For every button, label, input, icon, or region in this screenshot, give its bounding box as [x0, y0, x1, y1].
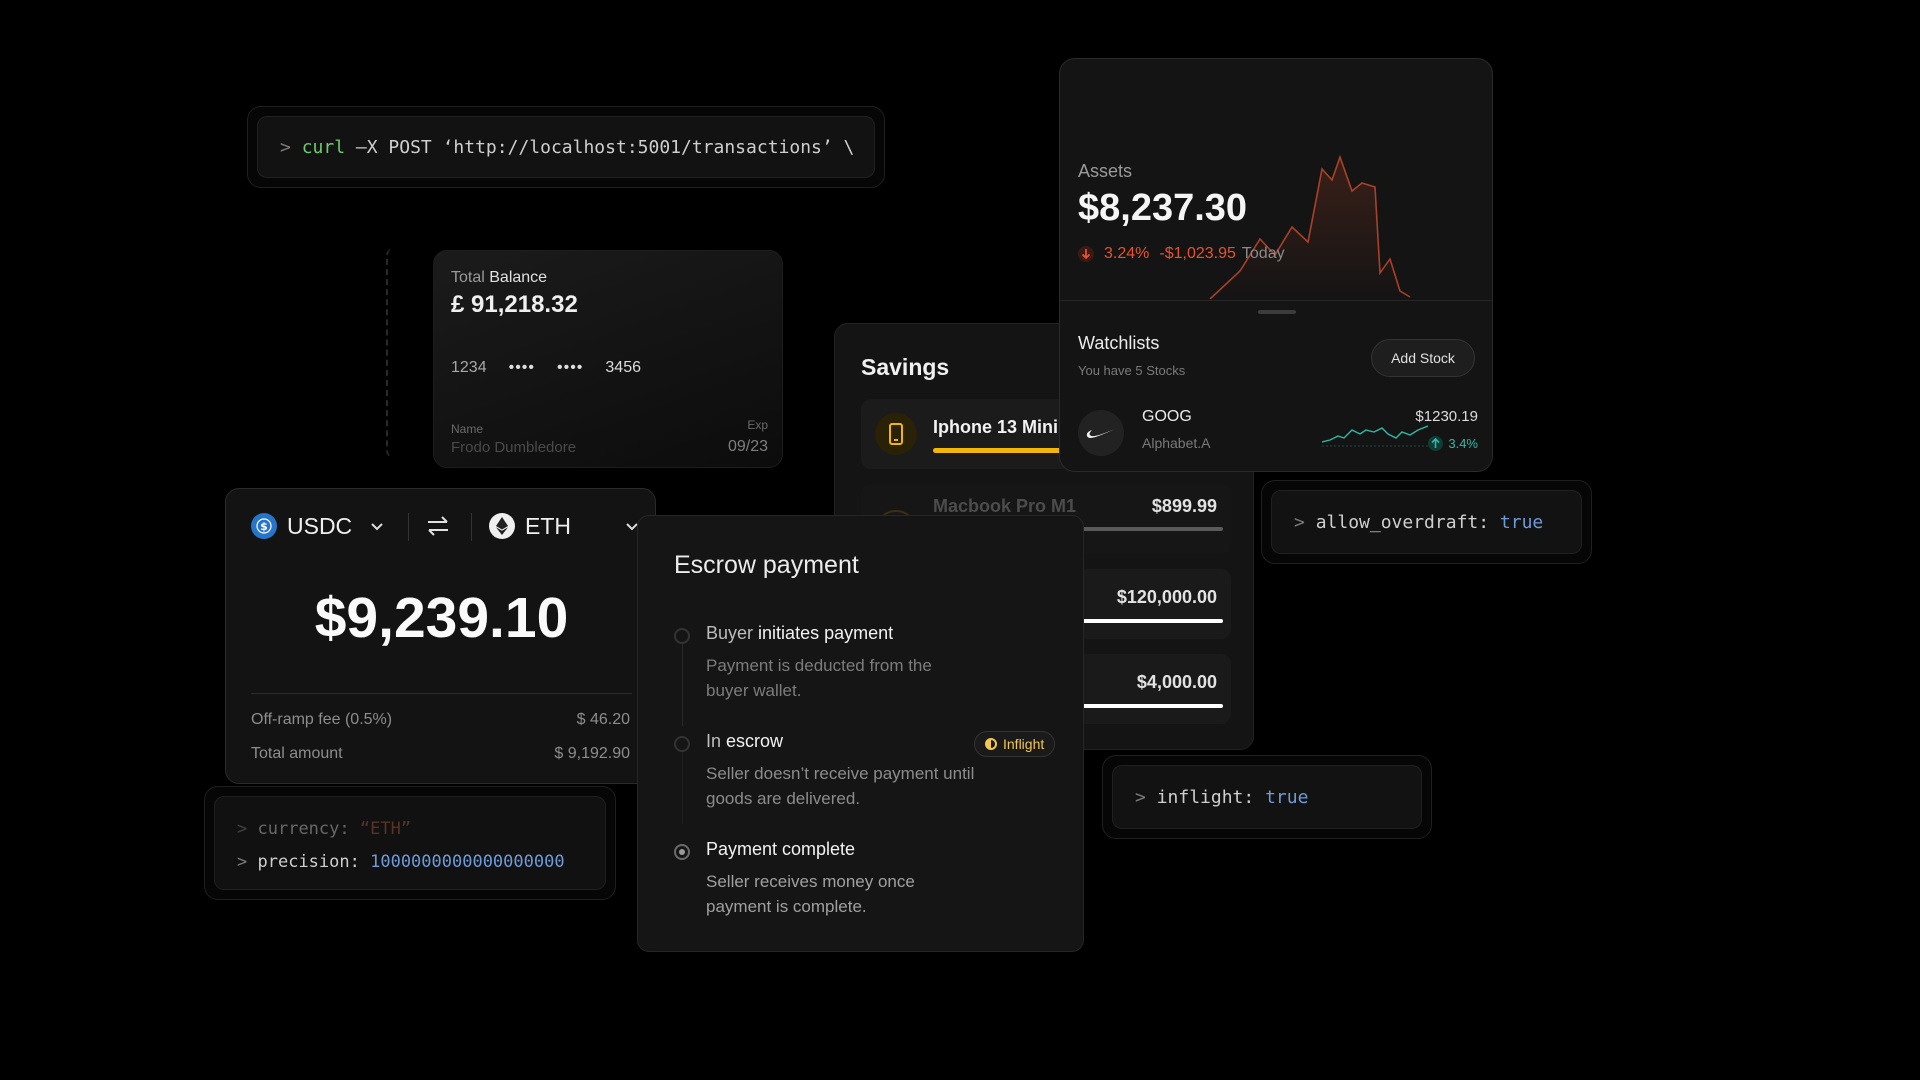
- timeline-line: [682, 744, 683, 824]
- assets-label: Assets: [1078, 161, 1133, 181]
- expiry-label: Exp: [747, 418, 768, 432]
- assets-card: Assets $8,237.30 3.24% -$1,023.95 Today …: [1059, 58, 1493, 472]
- swap-amount: $9,239.10: [314, 586, 569, 650]
- chevron-down-icon: [370, 522, 384, 531]
- timeline-line: [682, 636, 683, 726]
- swap-direction-icon[interactable]: [426, 515, 450, 537]
- savings-item-name: Iphone 13 Mini: [933, 417, 1059, 437]
- to-token-selector[interactable]: ETH: [489, 511, 639, 541]
- section-divider: [1060, 300, 1492, 301]
- nike-logo-icon: [1078, 410, 1124, 456]
- fee-value: $ 46.20: [576, 711, 630, 728]
- inflight-code-line[interactable]: > inflight: true: [1112, 765, 1422, 829]
- cardholder-name-label: Name: [451, 422, 484, 436]
- balance-label: Total Balance: [451, 269, 548, 286]
- cardholder-name: Frodo Dumbledore: [451, 439, 577, 456]
- assets-amount: $8,237.30: [1078, 187, 1248, 229]
- step-description: Payment is deducted from the buyer walle…: [706, 656, 932, 700]
- total-label: Total amount: [251, 745, 343, 762]
- divider-vertical: [471, 513, 472, 541]
- step-title: Payment complete: [706, 839, 856, 859]
- assets-change-percent: 3.24%: [1104, 245, 1150, 262]
- fee-label: Off-ramp fee (0.5%): [251, 711, 393, 728]
- assets-change-row: 3.24% -$1,023.95 Today: [1078, 245, 1285, 263]
- step-title: Buyer initiates payment: [706, 623, 894, 643]
- stock-sparkline: [1322, 425, 1428, 447]
- escrow-title: Escrow payment: [674, 551, 859, 579]
- step-dot-icon: [674, 736, 690, 752]
- savings-item-name: Macbook Pro M1: [933, 496, 1077, 516]
- prompt-symbol: >: [1294, 511, 1305, 533]
- step-complete-icon: [674, 844, 690, 860]
- expiry-value: 09/23: [727, 438, 768, 455]
- overdraft-code-line[interactable]: > allow_overdraft: true: [1271, 490, 1582, 554]
- curl-command-line[interactable]: > curl –X POST ‘http://localhost:5001/tr…: [257, 116, 875, 178]
- code-key: allow_overdraft:: [1315, 511, 1490, 533]
- curl-keyword: curl: [301, 136, 346, 158]
- savings-title: Savings: [861, 354, 950, 380]
- swap-card: $ USDC ETH $9,239.10 Off-ramp fee (0.5%)…: [225, 488, 656, 784]
- usdc-icon: $: [251, 513, 277, 539]
- currency-code-panel: > currency: “ETH” > precision: 100000000…: [204, 786, 616, 900]
- half-moon-icon: [985, 738, 997, 750]
- precision-line: > precision: 1000000000000000000: [237, 852, 565, 872]
- inflight-code-panel: > inflight: true: [1102, 755, 1432, 839]
- overdraft-code-panel: > allow_overdraft: true: [1261, 480, 1592, 564]
- assets-change-amount: -$1,023.95: [1159, 245, 1236, 262]
- card-number: 1234 •••• •••• 3456: [451, 359, 641, 376]
- currency-line: > currency: “ETH”: [237, 819, 412, 839]
- inflight-badge-label: Inflight: [1003, 736, 1045, 752]
- stock-change: 3.4%: [1428, 436, 1478, 451]
- code-key: inflight:: [1156, 786, 1255, 808]
- currency-code-block[interactable]: > currency: “ETH” > precision: 100000000…: [214, 796, 606, 890]
- savings-item-amount: $4,000.00: [1136, 672, 1217, 692]
- watchlist-title: Watchlists: [1078, 333, 1160, 353]
- total-value: $ 9,192.90: [554, 745, 630, 762]
- add-stock-button[interactable]: Add Stock: [1371, 339, 1475, 377]
- stock-change-value: 3.4%: [1448, 436, 1478, 451]
- arrow-down-icon: [1078, 246, 1094, 262]
- balance-amount: £ 91,218.32: [451, 291, 578, 318]
- section-divider: [251, 693, 632, 694]
- ethereum-icon: [489, 513, 515, 539]
- balance-card[interactable]: Total Balance £ 91,218.32 1234 •••• ••••…: [433, 250, 783, 468]
- assets-period: Today: [1241, 245, 1285, 262]
- wallet-edge: [386, 248, 416, 458]
- inflight-badge: Inflight: [974, 731, 1056, 757]
- prompt-symbol: >: [280, 136, 291, 158]
- from-token-selector[interactable]: $ USDC: [251, 511, 384, 541]
- to-token-label: ETH: [525, 512, 571, 539]
- watchlist-subtitle: You have 5 Stocks: [1078, 363, 1186, 378]
- savings-item-amount: $120,000.00: [1116, 587, 1217, 607]
- stock-company: Alphabet.A: [1142, 435, 1211, 451]
- drag-handle[interactable]: [1258, 310, 1296, 314]
- step-description: Seller doesn’t receive payment until goo…: [706, 764, 975, 808]
- curl-arguments: –X POST ‘http://localhost:5001/transacti…: [355, 136, 855, 158]
- step-dot-icon: [674, 628, 690, 644]
- step-description: Seller receives money once payment is co…: [706, 872, 915, 916]
- escrow-card: Escrow payment Buyer initiates payment P…: [637, 515, 1084, 952]
- stock-price: $1230.19: [1415, 408, 1478, 425]
- stock-row[interactable]: GOOG Alphabet.A $1230.19 3.4%: [1078, 404, 1478, 460]
- curl-command-panel: > curl –X POST ‘http://localhost:5001/tr…: [247, 106, 885, 188]
- code-value: true: [1499, 511, 1544, 533]
- svg-text:$: $: [260, 520, 268, 533]
- prompt-symbol: >: [1135, 786, 1146, 808]
- stock-ticker: GOOG: [1142, 408, 1192, 425]
- arrow-up-icon: [1428, 436, 1444, 451]
- phone-icon: [875, 413, 917, 455]
- code-value: true: [1265, 786, 1309, 808]
- step-title: In escrow: [706, 731, 784, 751]
- divider-vertical: [408, 513, 409, 541]
- from-token-label: USDC: [287, 512, 353, 539]
- savings-item-amount: $899.99: [1151, 496, 1217, 516]
